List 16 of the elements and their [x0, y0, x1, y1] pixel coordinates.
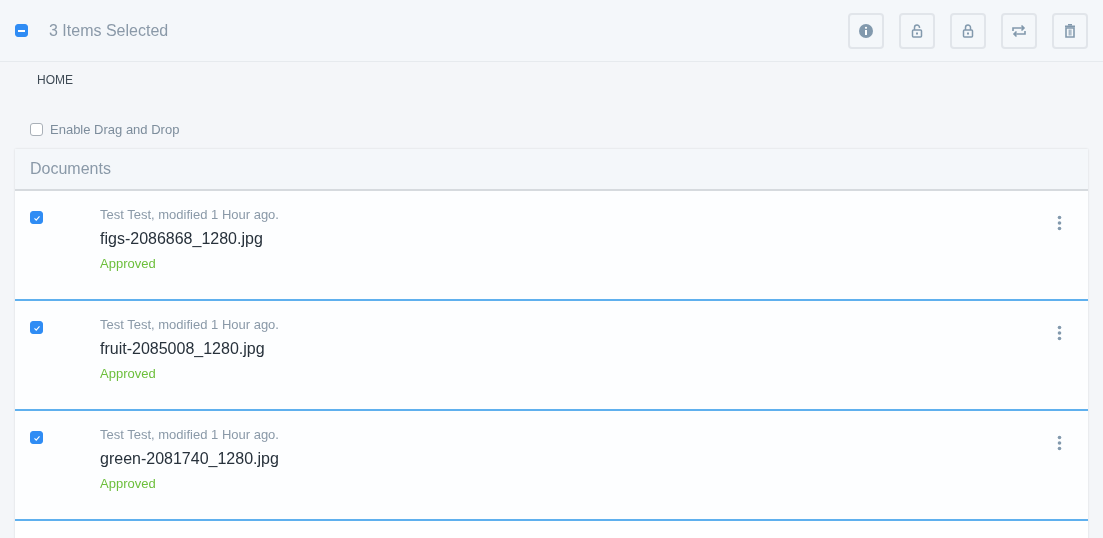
checkbox-label: Enable Drag and Drop [50, 122, 180, 137]
status-label: Approved [100, 256, 157, 271]
modified-info: Test Test, modified 1 Hour ago. [100, 317, 279, 332]
file-name[interactable]: green-2081740_1280.jpg [100, 450, 279, 468]
status-label: Approved [100, 366, 157, 381]
breadcrumb-link[interactable]: HOME [37, 73, 73, 87]
document-row[interactable]: Test Test, modified 1 Hour ago. fruit-2085008_1280.jpg Approved [15, 301, 1088, 411]
document-row[interactable]: Test Test, modified 1 Hour ago. green-2081740_1280.jpg Approved [15, 411, 1088, 521]
selection-count: 3 Items Selected [49, 21, 169, 40]
status-label: Approved [100, 476, 157, 491]
panel-header: Documents [15, 149, 1088, 191]
file-name[interactable]: fruit-2085008_1280.jpg [100, 340, 279, 358]
modified-info: Test Test, modified 1 Hour ago. [100, 207, 279, 222]
document-row[interactable]: Test Test, modified 1 Hour ago. figs-2086868_1280.jpg Approved [15, 191, 1088, 301]
modified-info: Test Test, modified 1 Hour ago. [100, 427, 279, 442]
file-name[interactable]: figs-2086868_1280.jpg [100, 230, 279, 248]
